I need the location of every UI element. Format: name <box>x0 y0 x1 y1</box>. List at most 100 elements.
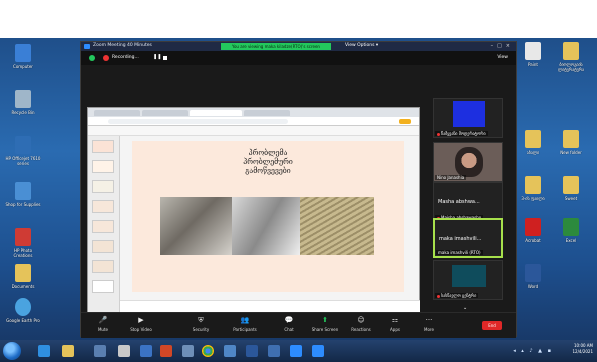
desktop-icon-word[interactable]: Word <box>514 264 552 289</box>
browser-tab-strip <box>88 108 419 117</box>
slide-thumbnail[interactable] <box>92 240 114 253</box>
desktop-icon-sweet[interactable]: Sweet <box>552 176 590 201</box>
participant-tile[interactable]: წამყვანი მოდერატორი <box>433 98 503 138</box>
desktop-icon-folder-bio[interactable]: ბიოლოგიის ლიტერატურა <box>552 42 590 72</box>
slide-photo-staircase <box>160 197 232 255</box>
screen-share-banner: You are viewing maka kiladze(RTO)'s scre… <box>221 43 331 50</box>
participants-button[interactable]: 👥 Participants <box>227 316 263 332</box>
browser-tab-active[interactable] <box>190 110 242 116</box>
desktop-icon-excel[interactable]: Excel <box>552 218 590 243</box>
word-icon[interactable] <box>246 345 258 357</box>
security-button[interactable]: ⛨ Security <box>183 316 219 332</box>
windows-taskbar: ◂ ▴ ♪ ▲ ▪ 10:00 AM 12/4/2021 <box>0 340 597 362</box>
clock-date[interactable]: 12/4/2021 <box>563 349 593 355</box>
chat-button[interactable]: 💬 Chat <box>271 316 307 332</box>
internet-explorer-icon[interactable] <box>38 345 50 357</box>
browser-tab[interactable] <box>244 110 290 116</box>
slide-thumbnail[interactable] <box>92 220 114 233</box>
participant-tile[interactable]: სასწავლო ცენტრი <box>433 260 503 300</box>
participant-tile[interactable]: Masha abshwa... Maisha abshawasho <box>433 182 503 222</box>
desktop-icon-shop-supplies[interactable]: Shop for Supplies <box>4 182 42 207</box>
desktop-icon-new-folder[interactable]: New folder <box>552 130 590 155</box>
end-meeting-button[interactable]: End <box>482 321 502 330</box>
participant-tile[interactable]: Nino Janashia <box>433 142 503 182</box>
view-options-button[interactable]: View Options ▾ <box>345 43 378 48</box>
slide-thumbnail[interactable] <box>92 160 114 173</box>
file-explorer-icon[interactable] <box>62 345 74 357</box>
globe-icon <box>15 298 31 316</box>
paint-icon[interactable] <box>118 345 130 357</box>
slide-thumbnail[interactable] <box>92 260 114 273</box>
current-slide: პრობლემა პრობლემური გამოწვევები <box>132 141 404 292</box>
more-button[interactable]: ··· More <box>411 316 447 332</box>
folder-icon <box>15 264 31 282</box>
shared-screen: პრობლემა პრობლემური გამოწვევები <box>87 107 420 323</box>
folder-icon <box>563 130 579 148</box>
desktop-icon-google-earth[interactable]: Google Earth Pro <box>4 298 42 323</box>
folder-icon <box>525 176 541 194</box>
app-icon[interactable] <box>182 345 194 357</box>
slide-thumbnail[interactable] <box>92 140 114 153</box>
stop-recording-icon[interactable] <box>163 56 167 60</box>
desktop-icon-folder-3[interactable]: 3-ის ფაილი <box>514 176 552 201</box>
participant-video <box>453 101 485 127</box>
zoom-meeting-window: Zoom Meeting 40 Minutes You are viewing … <box>80 41 517 338</box>
slide-photo-steps <box>300 197 374 255</box>
share-screen-button[interactable]: ⬆ Share Screen <box>307 316 343 332</box>
security-shield-icon <box>89 55 95 61</box>
media-player-icon[interactable] <box>94 345 106 357</box>
participant-video <box>452 265 486 287</box>
desktop-icon-computer[interactable]: Computer <box>4 44 42 69</box>
record-indicator-icon <box>103 55 109 61</box>
microphone-icon: 🎤 <box>98 316 108 324</box>
zoom-taskbar-icon[interactable] <box>290 345 302 357</box>
folder-icon <box>525 130 541 148</box>
desktop-icon-akhali[interactable]: ახალი <box>514 130 552 155</box>
app-icon[interactable] <box>224 345 236 357</box>
desktop-icon-paint[interactable]: Paint <box>514 42 552 67</box>
apps-button[interactable]: ⚏ Apps <box>377 316 413 332</box>
window-controls[interactable]: –□× <box>491 43 514 49</box>
view-button[interactable]: View <box>497 55 508 60</box>
reactions-button[interactable]: ☺ Reactions <box>343 316 379 332</box>
participant-display-name: maka imashvili... <box>439 236 482 242</box>
browser-tab[interactable] <box>142 110 188 116</box>
people-icon: 👥 <box>240 316 250 324</box>
recording-bar: Recording... ❚❚ View <box>81 51 516 65</box>
slide-thumbnails <box>88 136 120 323</box>
desktop-icon-recycle-bin[interactable]: Recycle Bin <box>4 90 42 115</box>
desktop-icon-documents[interactable]: Documents <box>4 264 42 289</box>
slide-thumbnail[interactable] <box>92 180 114 193</box>
computer-icon <box>15 44 31 62</box>
share-button[interactable] <box>399 119 411 124</box>
slide-thumbnail[interactable] <box>92 280 114 293</box>
pdf-icon <box>525 218 541 236</box>
stop-video-button[interactable]: ▶ Stop Video <box>123 316 159 332</box>
participant-video <box>455 147 483 177</box>
video-camera-icon: ▶ <box>138 316 144 324</box>
participant-tile-active-speaker[interactable]: maka imashvili... maka imashvili (RTO) <box>433 218 503 258</box>
share-screen-icon: ⬆ <box>322 316 328 324</box>
desktop-icon-hp-officejet[interactable]: HP Officejet 7610 series <box>4 136 42 166</box>
chrome-icon[interactable] <box>202 345 214 357</box>
slide-thumbnail[interactable] <box>92 200 114 213</box>
powerpoint-icon[interactable] <box>160 345 172 357</box>
zoom-taskbar-icon[interactable] <box>312 345 324 357</box>
mute-button[interactable]: 🎤 Mute <box>85 316 121 332</box>
desktop-icon-acrobat[interactable]: Acrobat <box>514 218 552 243</box>
app-icon[interactable] <box>268 345 280 357</box>
desktop-icon-hp-photo[interactable]: HP Photo Creations <box>4 228 42 258</box>
address-bar[interactable] <box>108 119 288 124</box>
app-icon[interactable] <box>140 345 152 357</box>
participant-name: წამყვანი მოდერატორი <box>435 131 488 136</box>
slide-title: პრობლემა პრობლემური გამოწვევები <box>243 149 293 175</box>
browser-tab[interactable] <box>94 110 140 116</box>
pause-recording-icon[interactable]: ❚❚ <box>153 54 161 60</box>
start-button[interactable] <box>3 342 21 360</box>
excel-icon <box>563 218 579 236</box>
chevron-down-icon[interactable]: ⌄ <box>463 305 467 311</box>
tray-icons[interactable]: ◂ ▴ ♪ ▲ ▪ <box>485 348 553 354</box>
zoom-titlebar: Zoom Meeting 40 Minutes You are viewing … <box>81 42 516 51</box>
meeting-controls: 🎤 Mute ▶ Stop Video ⛨ Security 👥 Partici… <box>81 312 516 338</box>
recording-label: Recording... <box>112 55 139 60</box>
